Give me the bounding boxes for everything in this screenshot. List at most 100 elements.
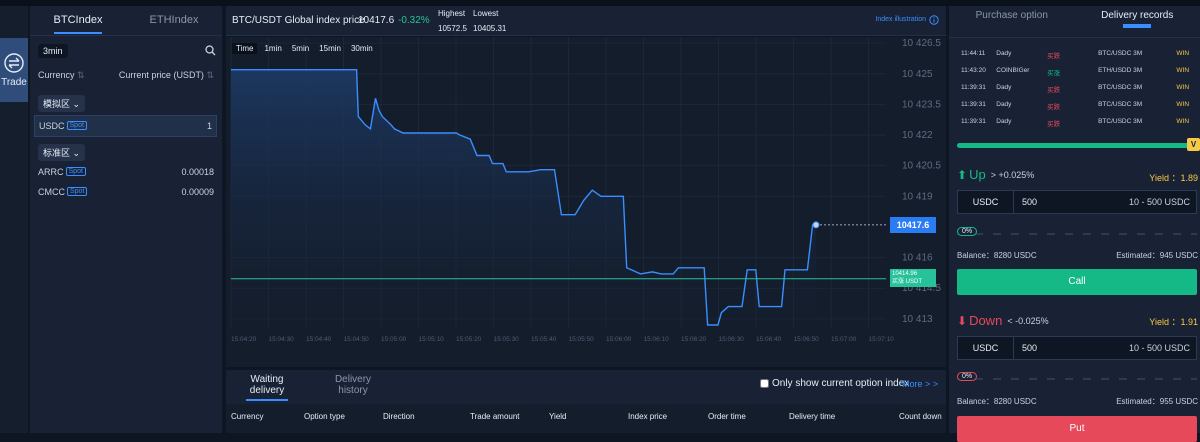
reference-tag: 10414.96 买涨 USDT bbox=[890, 269, 936, 287]
market-row-value: 1 bbox=[207, 121, 212, 131]
down-yield: Yield ：1.91 bbox=[1149, 315, 1198, 328]
index-illustration-link[interactable]: Index illustration bbox=[875, 16, 926, 23]
index-tabs: BTCIndex ETHIndex bbox=[30, 6, 222, 36]
delivery-record-row: 11:44:11Dady买跌BTC/USDC 3MWIN bbox=[961, 50, 1196, 60]
up-range: 10 - 500 USDC bbox=[1129, 191, 1196, 213]
tab-ethindex[interactable]: ETHIndex bbox=[126, 6, 222, 35]
down-label: Down bbox=[969, 313, 1002, 328]
group-simulated[interactable]: 模拟区 ⌄ bbox=[38, 95, 85, 112]
market-row-cmcc[interactable]: CMCCSpot 0.00009 bbox=[38, 187, 214, 197]
nav-trade[interactable]: Trade bbox=[0, 38, 28, 102]
spot-badge: Spot bbox=[67, 187, 87, 196]
up-balance: Balance：8280 USDC bbox=[957, 250, 1037, 261]
record-user: Dady bbox=[996, 101, 1047, 111]
up-threshold: > +0.025% bbox=[991, 170, 1035, 180]
arrow-down-icon: ⬇ bbox=[957, 314, 967, 328]
interval-chip[interactable]: 3min bbox=[38, 44, 68, 58]
down-amount[interactable]: 500 bbox=[1014, 337, 1129, 359]
up-label: Up bbox=[969, 167, 986, 182]
col-direction: Direction bbox=[383, 412, 415, 421]
price-chart[interactable]: Time 1min 5min 15min 30min 10 426.510 42… bbox=[226, 37, 946, 367]
y-tick-label: 10 425 bbox=[902, 69, 933, 80]
col-delivery-time: Delivery time bbox=[789, 412, 835, 421]
timeframe-tabs: Time 1min 5min 15min 30min bbox=[232, 43, 376, 54]
x-tick-label: 15:06:20 bbox=[681, 336, 707, 343]
down-slider[interactable]: 0% bbox=[957, 373, 1197, 385]
up-amount[interactable]: 500 bbox=[1014, 191, 1129, 213]
last-price-tag: 10417.6 bbox=[890, 217, 936, 233]
down-threshold: < -0.025% bbox=[1007, 316, 1048, 326]
record-pair: BTC/USDC 3M bbox=[1098, 101, 1176, 111]
up-slider[interactable]: 0% bbox=[957, 228, 1197, 240]
lowest-label: Lowest bbox=[473, 9, 498, 18]
orders-table-header: Currency Option type Direction Trade amo… bbox=[226, 404, 946, 433]
call-button[interactable]: Call bbox=[957, 269, 1197, 295]
col-price[interactable]: Current price (USDT) ⇅ bbox=[119, 70, 214, 81]
x-tick-label: 15:05:30 bbox=[494, 336, 520, 343]
x-tick-label: 15:05:50 bbox=[569, 336, 595, 343]
timeframe-1min[interactable]: 1min bbox=[261, 43, 284, 54]
group2-label: 标准区 bbox=[43, 148, 70, 158]
down-amount-input[interactable]: USDC 500 10 - 500 USDC bbox=[957, 336, 1197, 360]
down-currency[interactable]: USDC bbox=[958, 337, 1014, 359]
timeframe-5min[interactable]: 5min bbox=[289, 43, 312, 54]
up-currency[interactable]: USDC bbox=[958, 191, 1014, 213]
record-time: 11:43:20 bbox=[961, 67, 996, 77]
record-type: 买跌 bbox=[1047, 118, 1098, 128]
ref-value: 10414.96 bbox=[892, 270, 934, 278]
pair-title: BTC/USDT Global index price bbox=[232, 15, 365, 26]
record-pair: ETH/USDD 3M bbox=[1098, 67, 1176, 77]
x-tick-label: 15:07:00 bbox=[831, 336, 857, 343]
group-standard[interactable]: 标准区 ⌄ bbox=[38, 144, 85, 161]
x-tick-label: 15:06:40 bbox=[756, 336, 782, 343]
market-row-arrc[interactable]: ARRCSpot 0.00018 bbox=[38, 167, 214, 177]
tab-waiting-delivery[interactable]: Waiting delivery bbox=[246, 374, 288, 401]
record-type: 买涨 bbox=[1047, 67, 1098, 77]
record-user: Dady bbox=[996, 84, 1047, 94]
market-row-usdc[interactable]: USDCSpot 1 bbox=[34, 115, 217, 137]
x-tick-label: 15:05:00 bbox=[381, 336, 407, 343]
market-row-value: 0.00009 bbox=[181, 187, 214, 197]
current-index-filter[interactable]: Only show current option index bbox=[760, 378, 909, 389]
up-header: ⬆ Up > +0.025% bbox=[957, 167, 1034, 182]
tab-btcindex[interactable]: BTCIndex bbox=[30, 6, 126, 35]
col-price-label: Current price (USDT) bbox=[119, 70, 204, 80]
col-currency[interactable]: Currency ⇅ bbox=[38, 70, 85, 81]
more-link[interactable]: More > > bbox=[902, 379, 938, 389]
tab-delivery-history[interactable]: Delivery history bbox=[331, 374, 375, 396]
y-tick-label: 10 420.5 bbox=[902, 161, 941, 172]
tab-waiting-label: Waiting delivery bbox=[250, 374, 284, 396]
down-estimated: Estimated：955 USDC bbox=[1116, 396, 1198, 407]
index-header: BTC/USDT Global index price 10417.6 -0.3… bbox=[226, 6, 946, 36]
up-yield: Yield ：1.89 bbox=[1149, 171, 1198, 184]
y-tick-label: 10 416 bbox=[902, 253, 933, 264]
nav-rail: Trade bbox=[0, 6, 28, 433]
up-amount-input[interactable]: USDC 500 10 - 500 USDC bbox=[957, 190, 1197, 214]
col-count-down: Count down bbox=[899, 412, 942, 421]
put-button[interactable]: Put bbox=[957, 416, 1197, 442]
x-tick-label: 15:04:40 bbox=[306, 336, 332, 343]
spot-badge: Spot bbox=[66, 167, 86, 176]
record-time: 11:39:31 bbox=[961, 118, 996, 128]
x-tick-label: 15:04:30 bbox=[269, 336, 295, 343]
last-price-dot bbox=[813, 222, 819, 228]
timeframe-30min[interactable]: 30min bbox=[348, 43, 376, 54]
tab-purchase-option[interactable]: Purchase option bbox=[949, 6, 1075, 37]
record-pair: BTC/USDC 3M bbox=[1098, 118, 1176, 128]
delivery-record-row: 11:43:20COINBIGer买涨ETH/USDD 3MWIN bbox=[961, 67, 1196, 77]
sort-icon: ⇅ bbox=[77, 70, 85, 80]
up-estimated: Estimated：945 USDC bbox=[1116, 250, 1198, 261]
timeframe-time[interactable]: Time bbox=[232, 43, 257, 54]
timeframe-15min[interactable]: 15min bbox=[316, 43, 344, 54]
record-time: 11:39:31 bbox=[961, 84, 996, 94]
down-header: ⬇ Down < -0.025% bbox=[957, 313, 1049, 328]
x-tick-label: 15:04:50 bbox=[344, 336, 370, 343]
info-icon[interactable] bbox=[929, 15, 939, 25]
search-icon[interactable] bbox=[205, 45, 216, 56]
down-balance: Balance：8280 USDC bbox=[957, 396, 1037, 407]
tab-delivery-records[interactable]: Delivery records bbox=[1075, 6, 1200, 37]
sort-icon: ⇅ bbox=[206, 70, 214, 80]
x-tick-label: 15:04:20 bbox=[231, 336, 257, 343]
current-index-checkbox[interactable] bbox=[760, 379, 769, 388]
tab-btcindex-label: BTCIndex bbox=[54, 14, 103, 34]
